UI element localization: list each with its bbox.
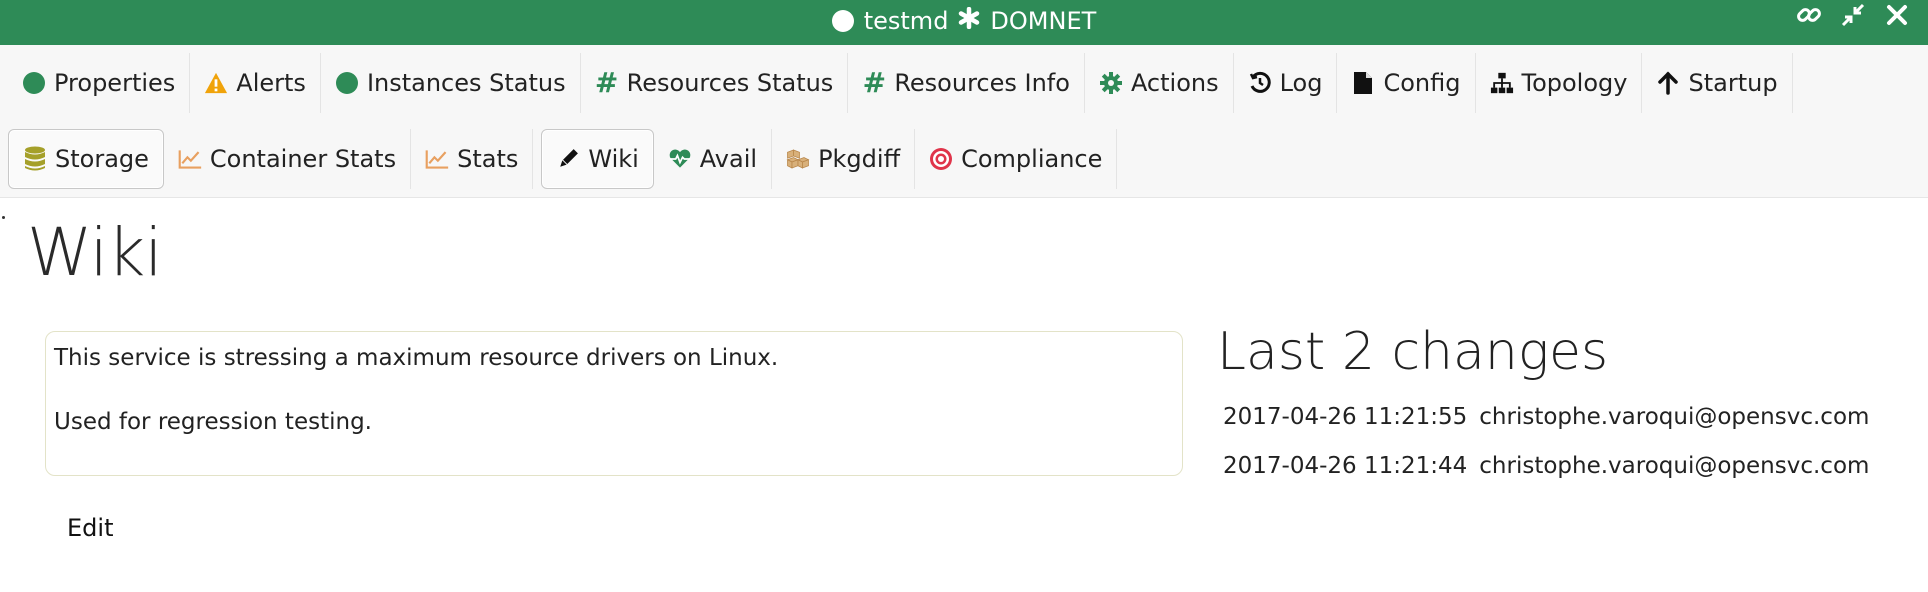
tab-label: Storage: [55, 145, 149, 173]
circle-icon: [22, 71, 46, 95]
tab-label: Actions: [1130, 69, 1219, 97]
line-chart-icon: [178, 147, 202, 171]
tab-label: Alerts: [236, 69, 306, 97]
tab-label: Config: [1383, 69, 1461, 97]
tab-bar-secondary: Storage Container Stats Stats Wiki Avail: [0, 121, 1928, 198]
tab-avail[interactable]: Avail: [654, 129, 773, 189]
bullseye-icon: [929, 147, 953, 171]
change-date: 2017-04-26 11:21:44: [1223, 453, 1468, 479]
tab-resources-info[interactable]: # Resources Info: [848, 53, 1085, 113]
database-icon: [23, 146, 47, 171]
tab-label: Stats: [457, 145, 519, 173]
tab-log[interactable]: Log: [1234, 53, 1338, 113]
tab-actions[interactable]: Actions: [1085, 53, 1234, 113]
link-icon[interactable]: [1796, 2, 1822, 28]
wiki-paragraph: This service is stressing a maximum reso…: [54, 345, 779, 371]
tab-label: Properties: [54, 69, 176, 97]
edit-button[interactable]: Edit: [67, 514, 113, 542]
tab-resources-status[interactable]: # Resources Status: [581, 53, 849, 113]
tab-label: Resources Status: [626, 69, 834, 97]
changes-list: 2017-04-26 11:21:55 christophe.varoqui@o…: [1223, 404, 1869, 502]
change-author: christophe.varoqui@opensvc.com: [1479, 453, 1870, 479]
cluster-name: DOMNET: [990, 7, 1097, 35]
tab-container-stats[interactable]: Container Stats: [164, 129, 412, 189]
line-chart-icon: [425, 147, 449, 171]
compress-icon[interactable]: [1840, 2, 1866, 28]
circle-icon: [335, 71, 359, 95]
tab-label: Wiki: [588, 145, 639, 173]
heartbeat-icon: [668, 147, 692, 171]
hash-icon: #: [594, 66, 619, 99]
tab-wiki[interactable]: Wiki: [541, 129, 654, 189]
tab-label: Compliance: [961, 145, 1103, 173]
changes-title: Last 2 changes: [1217, 322, 1609, 382]
file-icon: [1351, 71, 1375, 95]
tab-startup[interactable]: Startup: [1642, 53, 1793, 113]
tab-label: Startup: [1688, 69, 1778, 97]
tab-label: Resources Info: [894, 69, 1070, 97]
tab-stats[interactable]: Stats: [411, 129, 534, 189]
tab-pkgdiff[interactable]: Pkgdiff: [772, 129, 916, 189]
tab-label: Avail: [699, 145, 758, 173]
close-icon[interactable]: [1884, 2, 1910, 28]
window-title: testmd DOMNET: [0, 6, 1928, 36]
tab-label: Log: [1279, 69, 1323, 97]
wiki-paragraph: Used for regression testing.: [54, 409, 372, 435]
warning-icon: [204, 71, 228, 95]
tab-storage[interactable]: Storage: [8, 129, 164, 189]
tab-label: Topology: [1521, 69, 1628, 97]
tab-config[interactable]: Config: [1337, 53, 1476, 113]
status-circle-icon: [831, 10, 854, 32]
tab-bar-primary: Properties Alerts Instances Status # Res…: [0, 45, 1928, 121]
tab-instances-status[interactable]: Instances Status: [321, 53, 581, 113]
service-name: testmd: [863, 7, 949, 35]
change-date: 2017-04-26 11:21:55: [1223, 404, 1468, 430]
tab-compliance[interactable]: Compliance: [915, 129, 1118, 189]
wiki-content: This service is stressing a maximum reso…: [45, 331, 1183, 476]
pencil-icon: [556, 147, 580, 171]
change-author: christophe.varoqui@opensvc.com: [1479, 404, 1870, 430]
tab-alerts[interactable]: Alerts: [190, 53, 321, 113]
sitemap-icon: [1490, 71, 1514, 95]
page-title: Wiki: [27, 214, 163, 291]
hash-icon: #: [862, 66, 887, 99]
tab-properties[interactable]: Properties: [8, 53, 191, 113]
history-icon: [1248, 71, 1272, 95]
tab-topology[interactable]: Topology: [1476, 53, 1643, 113]
tab-label: Container Stats: [209, 145, 397, 173]
asterisk-icon: [958, 6, 980, 36]
tab-label: Pkgdiff: [818, 145, 901, 173]
dot-marker: [2, 216, 5, 219]
arrow-up-icon: [1656, 71, 1680, 95]
tab-label: Instances Status: [366, 69, 566, 97]
change-row[interactable]: 2017-04-26 11:21:55 christophe.varoqui@o…: [1223, 404, 1869, 453]
gear-icon: [1099, 71, 1123, 95]
title-bar: testmd DOMNET: [0, 0, 1928, 45]
cubes-icon: [786, 147, 810, 171]
change-row[interactable]: 2017-04-26 11:21:44 christophe.varoqui@o…: [1223, 453, 1869, 502]
